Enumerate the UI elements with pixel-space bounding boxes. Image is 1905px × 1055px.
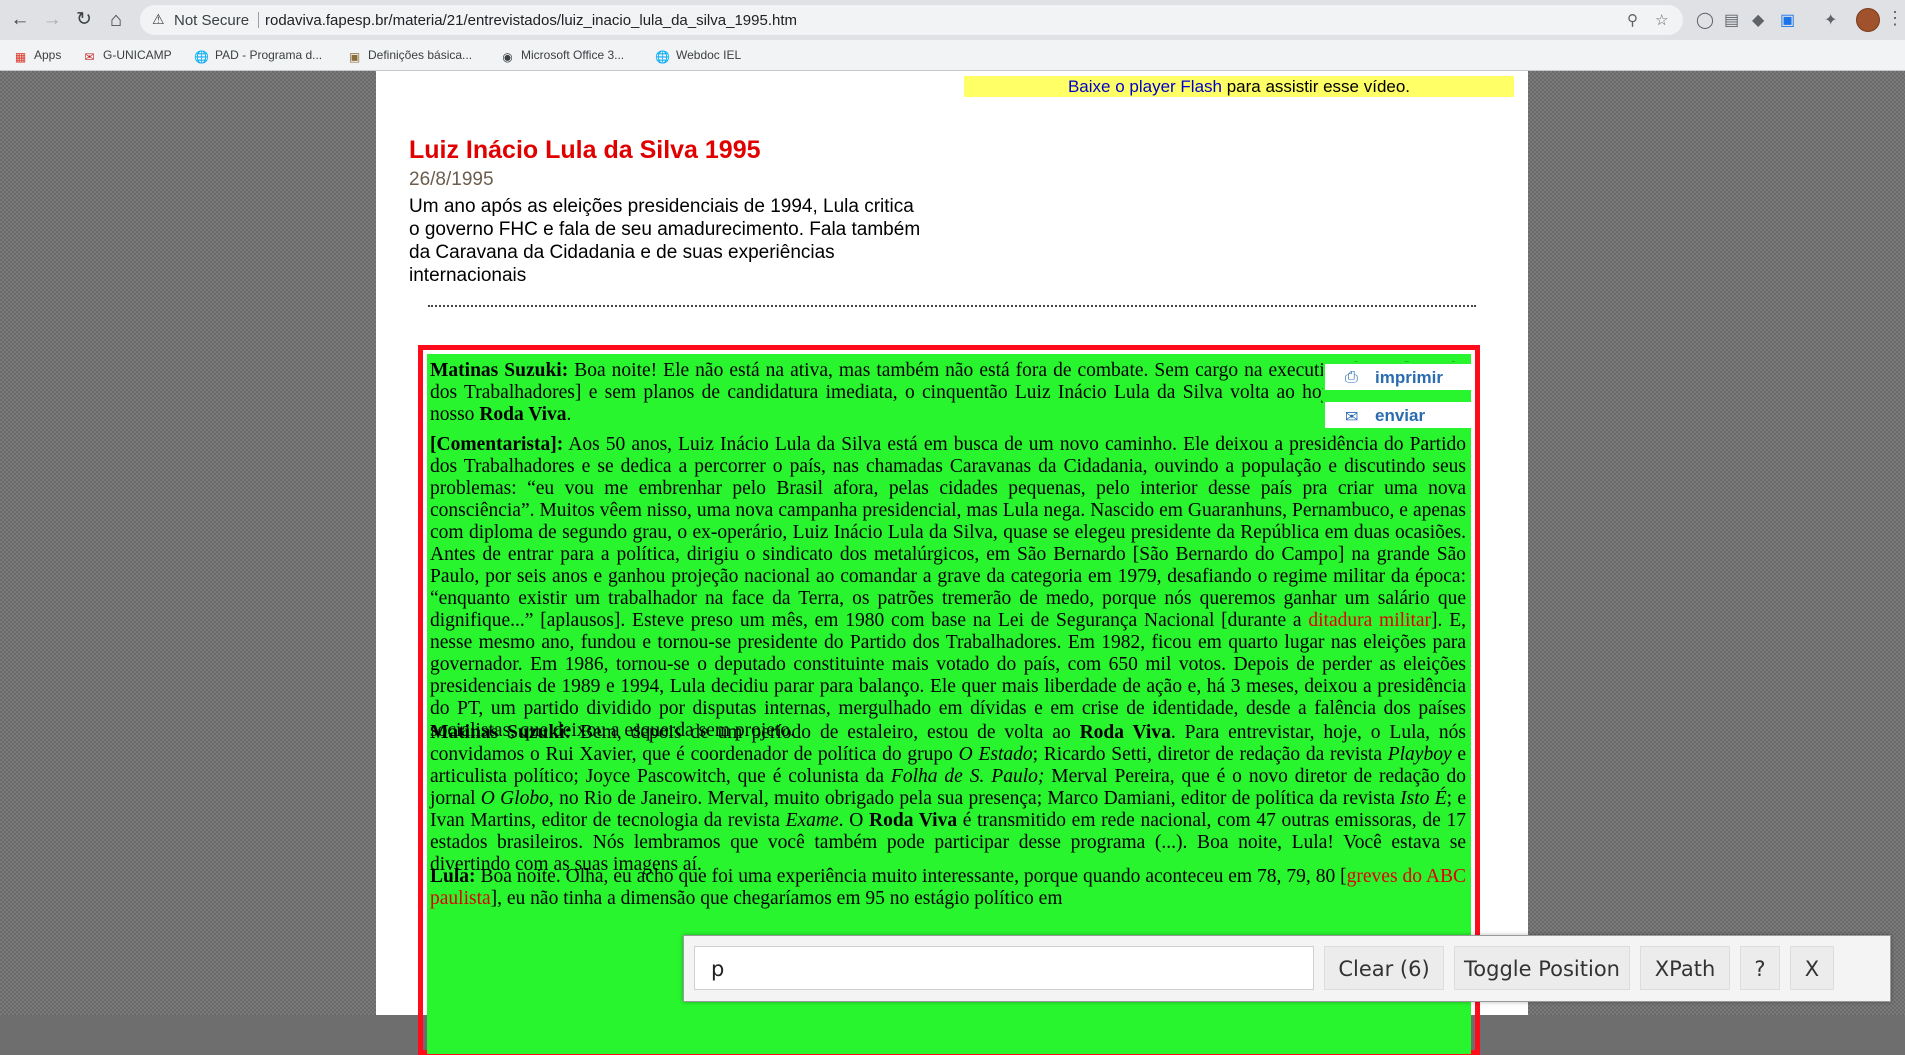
apps-grid-icon: ▦ [14, 50, 27, 64]
printer-icon: ⎙ [1345, 369, 1358, 386]
bookmarks-bar: ▦ Apps ✉ G-UNICAMP 🌐 PAD - Programa d... ▣ D… [0, 40, 1905, 71]
bookmark-office[interactable]: ◉ Microsoft Office 3... [500, 48, 624, 64]
toggle-position-button[interactable]: Toggle Position [1454, 946, 1630, 990]
page-background: Baixe o player Flash para assistir esse … [0, 71, 1905, 1055]
clear-button[interactable]: Clear (6) [1324, 946, 1444, 990]
globe-icon: 🌐 [655, 50, 670, 64]
envelope-icon: ✉ [1345, 409, 1359, 426]
speaker-label: Lula: [430, 866, 476, 887]
transcript-paragraph-3: Matinas Suzuki: Bem, depois de um períod… [430, 722, 1467, 875]
profile-avatar[interactable] [1856, 8, 1880, 32]
pocket-extension-icon[interactable]: ◯ [1696, 10, 1714, 30]
translate-extension-icon[interactable]: ◆ [1752, 10, 1764, 30]
warning-icon[interactable]: ⚠ [152, 11, 165, 28]
security-extension-icon[interactable]: ▣ [1780, 10, 1795, 30]
home-icon[interactable]: ⌂ [104, 8, 128, 32]
speaker-label: [Comentarista]: [430, 434, 564, 455]
bookmark-apps[interactable]: ▦ Apps [13, 48, 62, 64]
ditadura-militar-link[interactable]: ditadura militar [1308, 610, 1431, 631]
page-title: Luiz Inácio Lula da Silva 1995 [409, 136, 761, 164]
reload-icon[interactable]: ↻ [72, 8, 96, 32]
xpath-button[interactable]: XPath [1640, 946, 1730, 990]
address-separator [258, 12, 259, 28]
bookmark-star-icon[interactable]: ☆ [1655, 11, 1668, 29]
image-icon: ▣ [348, 50, 361, 64]
transcript-paragraph-1: Matinas Suzuki: Boa noite! Ele não está … [430, 360, 1466, 425]
reader-extension-icon[interactable]: ▤ [1724, 10, 1739, 30]
transcript-paragraph-2: [Comentarista]: Aos 50 anos, Luiz Inácio… [430, 434, 1466, 741]
transcript-paragraph-4: Lula: Boa noite. Olha, eu acho que foi u… [430, 866, 1466, 909]
print-button[interactable]: ⎙ imprimir [1325, 364, 1471, 390]
gmail-icon: ✉ [84, 50, 95, 64]
back-arrow-icon[interactable]: ← [8, 8, 32, 32]
security-label[interactable]: Not Secure [174, 12, 249, 29]
globe-icon: 🌐 [194, 50, 209, 64]
bookmark-g-unicamp[interactable]: ✉ G-UNICAMP [82, 48, 171, 64]
xpath-finder-bar: p Clear (6) Toggle Position XPath ? X [683, 935, 1891, 1002]
page-summary: Um ano após as eleições presidenciais de… [409, 196, 921, 286]
speaker-label: Matinas Suzuki: [430, 722, 572, 743]
bookmark-definicoes[interactable]: ▣ Definições básica... [347, 48, 472, 64]
help-button[interactable]: ? [1740, 946, 1780, 990]
office-icon: ◉ [502, 50, 513, 64]
address-bar[interactable]: ⚠ Not Secure rodaviva.fapesp.br/materia/… [140, 5, 1683, 35]
forward-arrow-icon[interactable]: → [40, 8, 64, 32]
send-button[interactable]: ✉ enviar [1325, 402, 1471, 428]
bookmark-pad[interactable]: 🌐 PAD - Programa d... [194, 48, 322, 64]
share-actions: ⎙ imprimir ✉ enviar [1323, 362, 1471, 434]
flash-notice: Baixe o player Flash para assistir esse … [964, 76, 1514, 97]
dotted-divider [428, 305, 1476, 307]
speaker-label: Matinas Suzuki: [430, 360, 569, 381]
zoom-icon[interactable]: ⚲ [1627, 11, 1638, 29]
extensions-puzzle-icon[interactable]: ✦ [1824, 10, 1837, 30]
search-input[interactable]: p [694, 946, 1314, 990]
menu-dots-icon[interactable]: ⋮ [1886, 8, 1904, 29]
bookmark-webdoc[interactable]: 🌐 Webdoc IEL [655, 48, 741, 64]
flash-download-link[interactable]: Baixe o player Flash [1068, 77, 1222, 96]
flash-notice-text: para assistir esse vídeo. [1222, 77, 1411, 96]
page-date: 26/8/1995 [409, 169, 494, 190]
content-column: Baixe o player Flash para assistir esse … [376, 71, 1528, 1055]
url-text[interactable]: rodaviva.fapesp.br/materia/21/entrevista… [265, 12, 797, 29]
close-button[interactable]: X [1790, 946, 1834, 990]
browser-toolbar: ← → ↻ ⌂ ⚠ Not Secure rodaviva.fapesp.br/… [0, 0, 1905, 40]
